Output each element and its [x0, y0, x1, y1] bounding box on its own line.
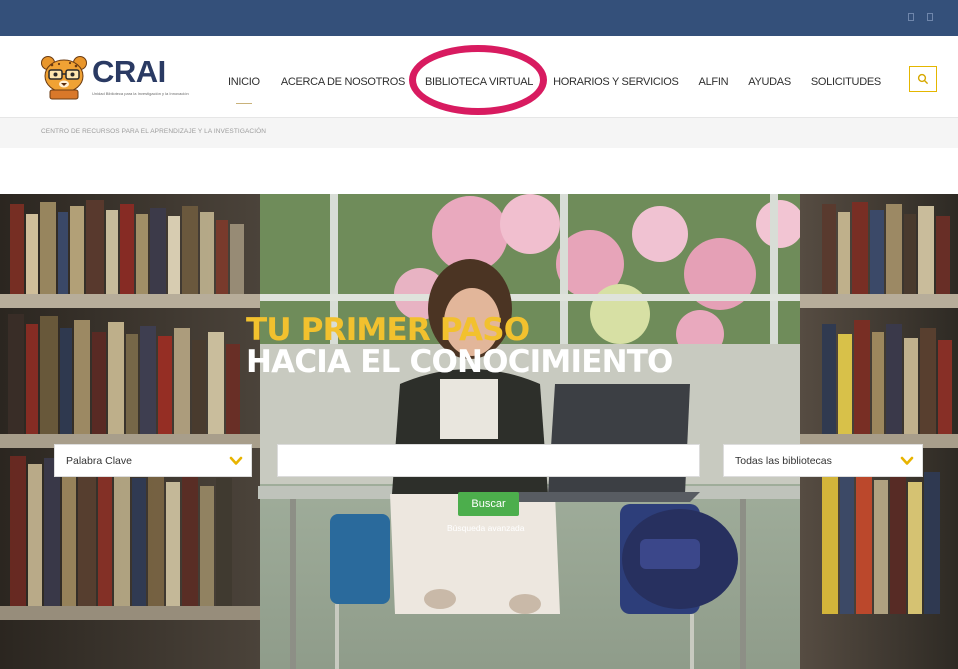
hero-banner — [0, 194, 958, 669]
hero-photo — [0, 194, 958, 669]
library-scope-value: Todas las bibliotecas — [735, 454, 832, 467]
hero-headline-line1: TU PRIMER PASO — [246, 312, 530, 348]
brand-name: CRAI — [92, 54, 166, 89]
breadcrumb: CENTRO DE RECURSOS PARA EL APRENDIZAJE Y… — [41, 128, 267, 135]
top-bar-icon[interactable] — [927, 13, 933, 21]
chevron-down-icon — [900, 456, 914, 465]
breadcrumb-bar: CENTRO DE RECURSOS PARA EL APRENDIZAJE Y… — [0, 118, 958, 148]
nav-item-ayudas[interactable]: AYUDAS — [748, 76, 791, 88]
annotation-ring — [409, 45, 547, 115]
nav-item-acerca[interactable]: ACERCA DE NOSOTROS — [281, 76, 405, 88]
logo[interactable]: CRAI Unidad Biblioteca para la Investiga… — [40, 54, 189, 100]
search-input[interactable] — [277, 444, 700, 477]
nav-item-horarios[interactable]: HORARIOS Y SERVICIOS — [553, 76, 679, 88]
header-search-button[interactable] — [909, 66, 937, 92]
chevron-down-icon — [229, 456, 243, 465]
nav-item-alfin[interactable]: ALFIN — [699, 76, 729, 88]
nav-item-solicitudes[interactable]: SOLICITUDES — [811, 76, 881, 88]
nav-item-inicio[interactable]: INICIO — [228, 76, 260, 104]
library-scope-select[interactable]: Todas las bibliotecas — [723, 444, 923, 477]
search-field-type-select[interactable]: Palabra Clave — [54, 444, 252, 477]
jaguar-mascot-icon — [41, 56, 87, 100]
search-field-type-value: Palabra Clave — [66, 454, 132, 467]
brand-tagline: Unidad Biblioteca para la Investigación … — [92, 91, 189, 96]
search-icon — [917, 73, 929, 85]
main-nav: INICIO ACERCA DE NOSOTROS BIBLIOTECA VIR… — [228, 72, 881, 104]
search-submit-button[interactable]: Buscar — [458, 492, 519, 516]
top-bar-icon[interactable] — [908, 13, 914, 21]
hero-headline-line2: HACIA EL CONOCIMIENTO — [246, 344, 673, 380]
top-bar — [0, 0, 958, 36]
advanced-search-link[interactable]: Búsqueda avanzada — [447, 523, 525, 533]
